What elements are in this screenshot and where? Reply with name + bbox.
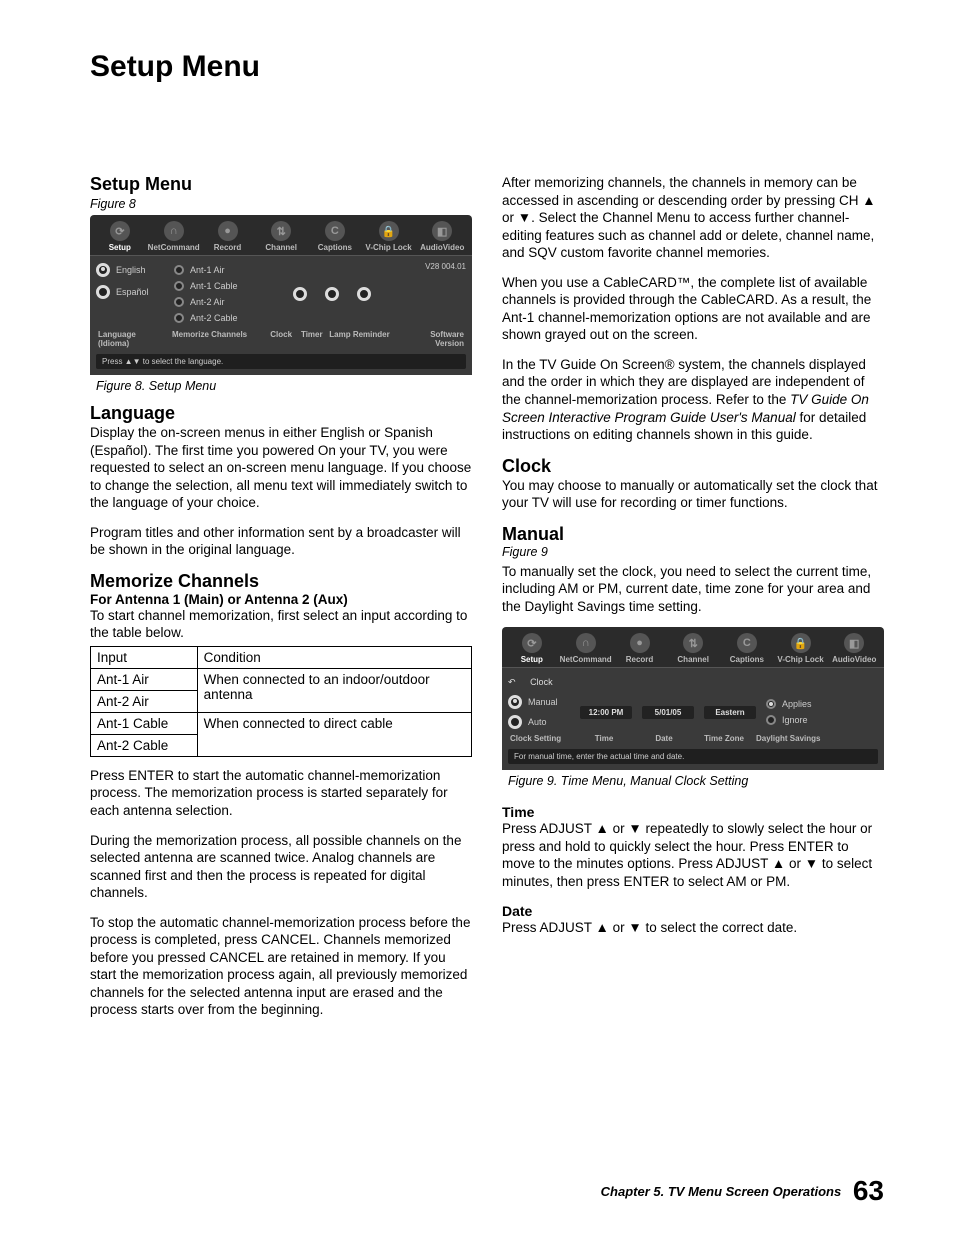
down-arrow-icon: ▼ bbox=[628, 821, 641, 836]
language-heading: Language bbox=[90, 403, 472, 424]
clock-paragraph: You may choose to manually or automatica… bbox=[502, 477, 884, 512]
time-heading: Time bbox=[502, 804, 884, 820]
figure-8-screenshot: ⟳Setup ∩NetCommand ●Record ⇅Channel CCap… bbox=[90, 215, 472, 375]
manual-heading: Manual bbox=[502, 524, 884, 545]
radio-espanol bbox=[96, 285, 110, 299]
tab-audiovideo: ◧AudioVideo bbox=[416, 221, 468, 255]
figure-9-hint: For manual time, enter the actual time a… bbox=[508, 749, 878, 764]
memorize-p1: Press ENTER to start the automatic chann… bbox=[90, 767, 472, 820]
input-condition-table: Input Condition Ant-1 Air When connected… bbox=[90, 646, 472, 757]
time-value: 12:00 PM bbox=[580, 706, 632, 719]
tab-captions: CCaptions bbox=[309, 221, 361, 255]
date-heading: Date bbox=[502, 903, 884, 919]
timezone-value: Eastern bbox=[704, 706, 756, 719]
language-paragraph-1: Display the on-screen menus in either En… bbox=[90, 424, 472, 512]
page: Setup Menu Setup Menu Figure 8 ⟳Setup ∩N… bbox=[0, 0, 954, 1235]
chapter-label: Chapter 5. TV Menu Screen Operations bbox=[601, 1184, 842, 1199]
cell-indoor-outdoor: When connected to an indoor/outdoor ante… bbox=[197, 668, 471, 712]
time-paragraph: Press ADJUST ▲ or ▼ repeatedly to slowly… bbox=[502, 820, 884, 890]
cell-ant2-air: Ant-2 Air bbox=[91, 690, 198, 712]
memorize-p3: To stop the automatic channel-memorizati… bbox=[90, 914, 472, 1019]
cablecard-paragraph: When you use a CableCARD™, the complete … bbox=[502, 274, 884, 344]
tv-tab-row: ⟳Setup ∩NetCommand ●Record ⇅Channel CCap… bbox=[90, 215, 472, 255]
radio-english bbox=[96, 263, 110, 277]
manual-paragraph: To manually set the clock, you need to s… bbox=[502, 563, 884, 616]
timer-icon bbox=[325, 287, 339, 301]
tab-channel: ⇅Channel bbox=[255, 221, 307, 255]
page-title: Setup Menu bbox=[90, 50, 884, 84]
back-icon: ↶ bbox=[508, 677, 516, 688]
figure-8-label: Figure 8 bbox=[90, 197, 472, 211]
page-footer: Chapter 5. TV Menu Screen Operations 63 bbox=[601, 1175, 884, 1207]
clock-icon bbox=[293, 287, 307, 301]
clock-heading: Clock bbox=[502, 456, 884, 477]
page-number: 63 bbox=[853, 1175, 884, 1206]
after-memorizing-paragraph: After memorizing channels, the channels … bbox=[502, 174, 884, 262]
radio-applies bbox=[766, 699, 776, 709]
date-paragraph: Press ADJUST ▲ or ▼ to select the correc… bbox=[502, 919, 884, 937]
up-arrow-icon: ▲ bbox=[596, 920, 609, 935]
cell-direct-cable: When connected to direct cable bbox=[197, 712, 471, 756]
down-arrow-icon: ▼ bbox=[805, 856, 818, 871]
radio-manual bbox=[508, 695, 522, 709]
figure-8-caption: Figure 8. Setup Menu bbox=[96, 379, 472, 393]
tab-netcommand: ∩NetCommand bbox=[148, 221, 200, 255]
tab-record: ●Record bbox=[202, 221, 254, 255]
language-paragraph-2: Program titles and other information sen… bbox=[90, 524, 472, 559]
lamp-icon bbox=[357, 287, 371, 301]
setup-menu-heading: Setup Menu bbox=[90, 174, 472, 195]
radio-ignore bbox=[766, 715, 776, 725]
tab-setup: ⟳Setup bbox=[94, 221, 146, 255]
up-arrow-icon: ▲ bbox=[862, 193, 875, 208]
figure-9-caption: Figure 9. Time Menu, Manual Clock Settin… bbox=[508, 774, 884, 788]
figure-9-screenshot: ⟳Setup ∩NetCommand ●Record ⇅Channel CCap… bbox=[502, 627, 884, 770]
memorize-channels-heading: Memorize Channels bbox=[90, 571, 472, 592]
cell-ant2-cable: Ant-2 Cable bbox=[91, 734, 198, 756]
two-column-layout: Setup Menu Figure 8 ⟳Setup ∩NetCommand ●… bbox=[90, 174, 884, 1031]
up-arrow-icon: ▲ bbox=[772, 856, 785, 871]
down-arrow-icon: ▼ bbox=[628, 920, 641, 935]
th-input: Input bbox=[91, 646, 198, 668]
figure-8-hint: Press ▲▼ to select the language. bbox=[96, 354, 466, 369]
cell-ant1-air: Ant-1 Air bbox=[91, 668, 198, 690]
th-condition: Condition bbox=[197, 646, 471, 668]
cell-ant1-cable: Ant-1 Cable bbox=[91, 712, 198, 734]
left-column: Setup Menu Figure 8 ⟳Setup ∩NetCommand ●… bbox=[90, 174, 472, 1031]
tvguide-paragraph: In the TV Guide On Screen® system, the c… bbox=[502, 356, 884, 444]
right-column: After memorizing channels, the channels … bbox=[502, 174, 884, 1031]
radio-auto bbox=[508, 715, 522, 729]
memorize-intro: To start channel memorization, first sel… bbox=[90, 607, 472, 642]
figure-9-label: Figure 9 bbox=[502, 545, 884, 559]
memorize-p2: During the memorization process, all pos… bbox=[90, 832, 472, 902]
date-value: 5/01/05 bbox=[642, 706, 694, 719]
memorize-subheading: For Antenna 1 (Main) or Antenna 2 (Aux) bbox=[90, 592, 472, 607]
software-version-value: V28 004.01 bbox=[410, 262, 466, 326]
tab-vchip: 🔒V-Chip Lock bbox=[363, 221, 415, 255]
down-arrow-icon: ▼ bbox=[518, 210, 531, 225]
up-arrow-icon: ▲ bbox=[596, 821, 609, 836]
